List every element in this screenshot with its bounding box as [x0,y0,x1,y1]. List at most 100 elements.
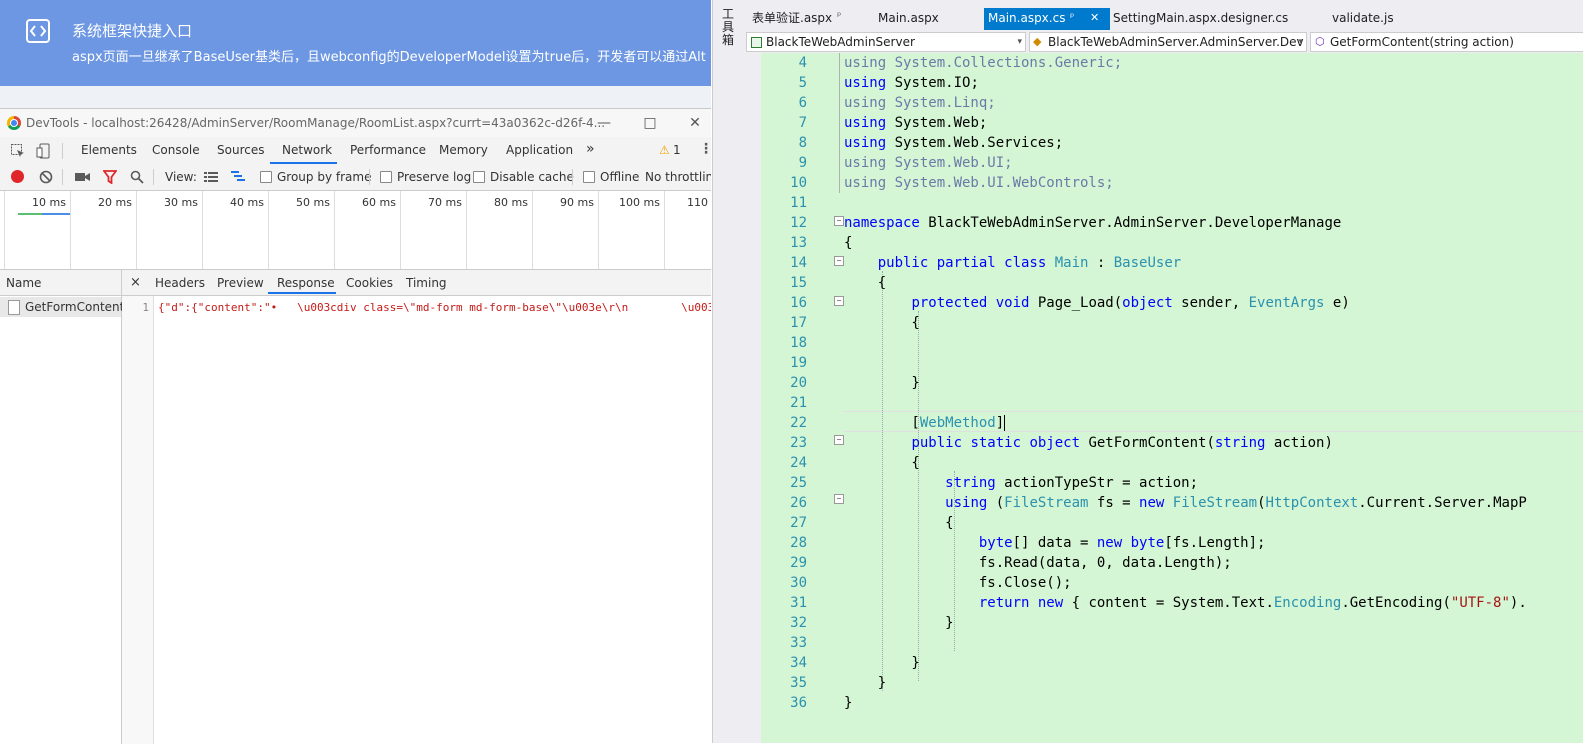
more-tabs-button[interactable]: » [586,141,595,157]
waterfall-overview-icon[interactable] [231,171,247,183]
divider [369,169,370,185]
list-item[interactable]: GetFormContent [0,297,124,317]
device-toolbar-icon[interactable] [36,143,52,159]
detail-tab-response[interactable]: Response [277,276,335,290]
close-window-button[interactable]: ✕ [685,113,705,133]
offline-label: Offline [600,170,640,184]
tab-network[interactable]: Network [282,143,332,157]
fold-toggle[interactable]: − [834,435,844,445]
detail-tab-preview[interactable]: Preview [217,276,264,290]
banner-title: 系统框架快捷入口 [72,22,193,40]
project-dropdown[interactable]: BlackTeWebAdminServer ▾ [746,32,1026,52]
chevron-down-icon: ▾ [1298,37,1303,47]
using-fold-line [839,53,840,193]
pin-icon[interactable]: ᵖ [1070,8,1074,28]
preserve-log-label: Preserve log [397,170,472,184]
minimize-button[interactable]: — [594,113,614,133]
inspect-element-icon[interactable] [10,143,26,159]
fold-toggle[interactable]: − [834,216,844,226]
toolbox-label[interactable]: 工具箱 [722,8,736,47]
active-detail-tab-indicator [268,292,336,294]
preserve-log-checkbox[interactable] [380,171,392,183]
code-line: { [844,515,954,531]
line-number: 34 [790,655,807,671]
class-dropdown[interactable]: ◆ BlackTeWebAdminServer.AdminServer.Dev … [1029,32,1307,52]
pin-icon[interactable]: ᵖ [837,11,841,22]
code-line: { [844,235,853,251]
timeline-gridline [532,191,533,269]
code-line: } [844,695,853,711]
fold-toggle[interactable]: − [834,296,844,306]
code-line: fs.Close(); [844,575,1072,591]
line-number: 5 [798,75,807,91]
line-number: 20 [790,375,807,391]
group-by-frame-checkbox[interactable] [260,171,272,183]
tab-label: 表单验证.aspx [752,11,833,25]
tab-sources[interactable]: Sources [217,143,264,157]
tab-application[interactable]: Application [506,143,573,157]
fold-toggle[interactable]: − [834,256,844,266]
code-editor[interactable]: − − − − − 4 using System.Collections.Gen… [744,53,1583,743]
record-button[interactable] [11,170,24,183]
disable-cache-checkbox[interactable] [473,171,485,183]
warning-icon[interactable]: ⚠ [659,143,670,157]
member-name: GetFormContent(string action) [1330,35,1514,49]
search-icon[interactable] [130,170,144,184]
tab-validate-js[interactable]: validate.js [1326,8,1400,30]
code-line: using System.Collections.Generic; [844,55,1123,71]
request-bar-waiting [18,213,42,215]
line-number: 8 [798,135,807,151]
response-body[interactable]: {"d":{"content":"• \u003cdiv class=\"md-… [158,301,711,314]
warning-count[interactable]: 1 [673,143,681,157]
throttling-select[interactable]: No throttling [645,170,711,184]
offline-checkbox[interactable] [583,171,595,183]
line-number: 11 [790,195,807,211]
tab-performance[interactable]: Performance [350,143,426,157]
line-number: 33 [790,635,807,651]
code-line: using System.Linq; [844,95,996,111]
tab-memory[interactable]: Memory [439,143,488,157]
timeline-tick-90: 90 ms [560,196,594,209]
line-number: 9 [798,155,807,171]
large-rows-icon[interactable] [204,171,218,183]
code-line: { [844,455,920,471]
clear-icon[interactable] [39,170,53,184]
close-tab-icon[interactable]: ✕ [1090,8,1099,28]
tab-main-aspx-cs[interactable]: Main.aspx.cs ᵖ ✕ [984,8,1110,30]
code-line: using (FileStream fs = new FileStream(Ht… [945,495,1527,511]
tab-label: validate.js [1332,11,1394,25]
line-number: 35 [790,675,807,691]
group-by-frame-label: Group by frame [277,170,372,184]
member-dropdown[interactable]: ⬡ GetFormContent(string action) [1310,32,1583,52]
network-overview-timeline[interactable]: 10 ms 20 ms 30 ms 40 ms 50 ms 60 ms 70 m… [0,191,711,270]
toolbox-sidebar[interactable]: 工具箱 [712,0,745,743]
vs-document-tabs: 表单验证.aspx ᵖ Main.aspx Main.aspx.cs ᵖ ✕ S… [744,0,1583,30]
network-toolbar: View: Group by frame Preserve log Disabl… [0,164,711,191]
notification-banner[interactable]: 系统框架快捷入口 aspx页面一旦继承了BaseUser基类后，且webconf… [0,0,711,86]
fold-toggle[interactable]: − [834,494,844,504]
filter-icon[interactable] [103,170,117,184]
detail-tab-cookies[interactable]: Cookies [346,276,393,290]
tab-console[interactable]: Console [152,143,200,157]
detail-tab-timing[interactable]: Timing [406,276,447,290]
code-line: public static object GetFormContent(stri… [911,435,1333,451]
close-details-button[interactable]: × [130,275,141,290]
tab-form-validation[interactable]: 表单验证.aspx [748,8,836,30]
maximize-button[interactable]: □ [640,113,660,133]
divider [153,169,154,185]
timeline-gridline [400,191,401,269]
detail-tab-headers[interactable]: Headers [155,276,205,290]
code-line: namespace BlackTeWebAdminServer.AdminSer… [844,215,1342,231]
code-line: } [844,655,920,671]
tab-elements[interactable]: Elements [81,143,137,157]
devtools-window-title: DevTools - localhost:26428/AdminServer/R… [26,116,606,130]
tab-settingmain-designer[interactable]: SettingMain.aspx.designer.cs [1110,8,1291,30]
kebab-menu-icon[interactable]: ⋮ [699,141,711,157]
timeline-tick-30: 30 ms [164,196,198,209]
request-bar-download [42,213,70,215]
line-number: 24 [790,455,807,471]
tab-label: Main.aspx.cs [988,11,1066,25]
tab-main-aspx[interactable]: Main.aspx [872,8,945,30]
timeline-tick-60: 60 ms [362,196,396,209]
screenshot-camera-icon[interactable] [75,171,91,183]
